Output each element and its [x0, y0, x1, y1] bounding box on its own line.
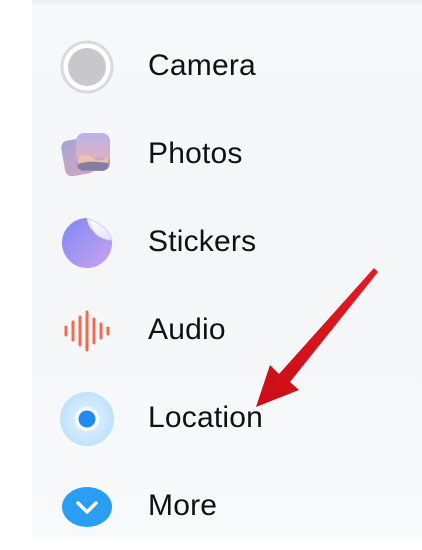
menu-item-label-stickers: Stickers	[148, 225, 257, 258]
photos-icon	[60, 128, 114, 182]
menu-item-audio[interactable]: Audio	[0, 286, 422, 374]
menu-item-label-camera: Camera	[148, 49, 256, 82]
audio-icon	[60, 304, 114, 358]
menu-item-label-photos: Photos	[148, 137, 243, 170]
stickers-icon	[60, 216, 114, 270]
more-icon	[60, 480, 114, 534]
menu-item-location[interactable]: Location	[0, 374, 422, 462]
menu-item-stickers[interactable]: Stickers	[0, 198, 422, 286]
menu-item-label-more: More	[148, 489, 218, 522]
location-icon	[60, 392, 114, 446]
menu-item-camera[interactable]: Camera	[0, 22, 422, 110]
menu-item-label-location: Location	[148, 401, 264, 434]
camera-icon	[60, 40, 114, 94]
menu-item-photos[interactable]: Photos	[0, 110, 422, 198]
menu-item-label-audio: Audio	[148, 313, 226, 346]
